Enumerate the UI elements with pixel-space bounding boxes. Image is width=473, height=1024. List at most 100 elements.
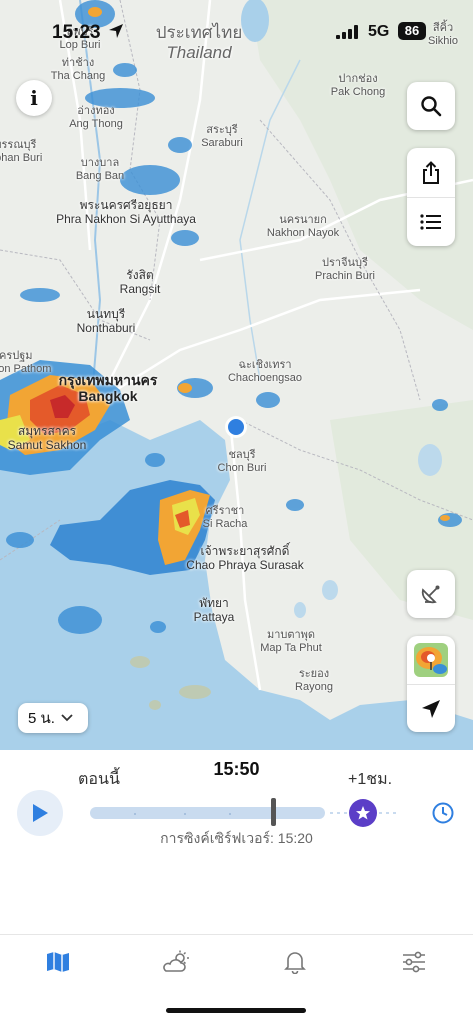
place-label: พัทยา Pattaya <box>193 596 235 625</box>
place-th: พระนครศรีอยุธยา <box>79 198 173 212</box>
list-button[interactable] <box>407 197 455 246</box>
chevron-down-icon <box>61 714 73 722</box>
place-th: นครนายก <box>279 214 327 226</box>
tab-notifications[interactable] <box>275 947 315 977</box>
search-button[interactable] <box>407 82 455 130</box>
weather-icon <box>163 950 189 972</box>
place-label: ท่าช้าง Tha Chang <box>51 57 105 82</box>
search-icon <box>421 96 442 117</box>
info-button[interactable]: i <box>16 80 52 116</box>
timeline-panel: ตอนนี้ 15:50 +1ชม. การซิงค์เซิร์ฟเวอร์: … <box>0 750 473 934</box>
place-th: อ่างทอง <box>77 105 115 117</box>
place-en: Prachin Buri <box>315 269 375 282</box>
status-bar: 15:23 5G 86 <box>0 18 473 46</box>
history-button[interactable] <box>430 800 456 826</box>
place-th: สุพรรณบุรี <box>0 139 37 151</box>
place-th: พัทยา <box>199 596 229 610</box>
place-th: ปราจีนบุรี <box>322 257 368 269</box>
radar-layer-icon <box>414 643 448 677</box>
place-en: Si Racha <box>202 517 248 530</box>
server-sync-text: การซิงค์เซิร์ฟเวอร์: 15:20 <box>160 830 313 846</box>
place-en: Bangkok <box>78 388 138 405</box>
share-list-group <box>407 148 455 246</box>
place-th: บางบาล <box>80 157 120 169</box>
place-th: ศรีราชา <box>205 505 245 517</box>
duration-value: 5 น. <box>28 710 55 727</box>
place-en: Rangsit <box>119 281 161 296</box>
duration-dropdown[interactable]: 5 น. <box>18 703 88 733</box>
place-label: กรุงเทพมหานคร Bangkok <box>59 372 158 404</box>
place-th: นครปฐม <box>0 350 33 362</box>
place-th: สมุทรสาคร <box>17 424 77 438</box>
place-en: Chao Phraya Surasak <box>186 557 304 572</box>
timeline-track[interactable] <box>90 807 325 819</box>
radar-map[interactable]: ประเทศไทย Thailand สีคิ้ว Sikhio ลพบุรี L… <box>0 0 473 750</box>
clock-icon <box>432 802 454 824</box>
place-en: Nakhon Nayok <box>266 226 340 239</box>
tab-map[interactable] <box>38 947 78 977</box>
share-icon <box>423 160 439 184</box>
place-label: สระบุรี Saraburi <box>201 124 243 149</box>
place-label: ฉะเชิงเทรา Chachoengsao <box>228 359 302 384</box>
place-label: บางบาล Bang Ban <box>76 157 124 182</box>
premium-star-button[interactable] <box>349 799 377 827</box>
place-en: Ang Thong <box>69 117 123 130</box>
layer-locate-group <box>407 636 455 732</box>
place-th: รังสิต <box>126 268 154 282</box>
share-button[interactable] <box>407 148 455 197</box>
place-en: Suphan Buri <box>0 151 43 164</box>
place-label: นครนายก Nakhon Nayok <box>267 214 339 239</box>
place-th: สระบุรี <box>206 124 238 136</box>
satellite-dish-icon <box>421 585 440 604</box>
place-th: เจ้าพระยาสุรศักดิ์ <box>200 544 290 558</box>
place-en: Nakhon Pathom <box>0 362 52 375</box>
place-label: ศรีราชา Si Racha <box>203 505 248 530</box>
signal-icon <box>336 25 358 39</box>
place-en: Nonthaburi <box>76 320 136 335</box>
network-type: 5G <box>368 23 390 40</box>
place-th: กรุงเทพมหานคร <box>58 372 158 388</box>
battery-indicator: 86 <box>398 22 426 40</box>
place-th: มาบตาพุด <box>266 629 316 641</box>
navigation-arrow-icon <box>422 699 440 718</box>
place-th: ปากช่อง <box>338 73 378 85</box>
place-label: สุพรรณบุรีSuphan Buri <box>0 139 42 164</box>
place-en: Samut Sakhon <box>7 437 87 452</box>
place-en: Chachoengsao <box>227 371 303 384</box>
place-th: ระยอง <box>298 668 330 680</box>
place-label: รังสิต Rangsit <box>119 268 161 297</box>
place-label: นครปฐมNakhon Pathom <box>0 350 51 375</box>
place-label: ชลบุรี Chon Buri <box>218 449 267 474</box>
star-icon <box>356 806 370 820</box>
timeline-current-time: 15:50 <box>213 759 260 779</box>
place-en: Pattaya <box>193 609 235 624</box>
place-en: Map Ta Phut <box>260 641 322 654</box>
place-label: ปากช่อง Pak Chong <box>331 73 385 98</box>
settings-sliders-icon <box>403 951 425 973</box>
place-en: Chon Buri <box>217 461 267 474</box>
timeline-ticks <box>134 813 276 815</box>
place-label: ระยอง Rayong <box>295 668 333 693</box>
timeline-plus-hour-label: +1ชม. <box>348 771 393 788</box>
place-label: นนทบุรี Nonthaburi <box>76 307 136 336</box>
place-th: ชลบุรี <box>228 449 256 461</box>
place-en: Rayong <box>295 680 333 693</box>
place-th: ท่าช้าง <box>61 57 95 69</box>
place-en: Bang Ban <box>75 169 125 182</box>
timeline-scrubber[interactable] <box>271 798 276 826</box>
map-icon <box>47 952 69 972</box>
place-th: ฉะเชิงเทรา <box>238 359 292 371</box>
place-label: มาบตาพุด Map Ta Phut <box>260 629 322 654</box>
radar-layer-button[interactable] <box>407 636 455 684</box>
place-label: เจ้าพระยาสุรศักดิ์ Chao Phraya Surasak <box>186 544 304 573</box>
tab-forecast[interactable] <box>157 947 197 977</box>
satellite-button[interactable] <box>407 570 455 618</box>
tab-settings[interactable] <box>394 947 434 977</box>
place-label: สมุทรสาคร Samut Sakhon <box>7 424 87 453</box>
place-en: Phra Nakhon Si Ayutthaya <box>56 211 196 226</box>
place-th: นนทบุรี <box>86 307 126 321</box>
status-time: 15:23 <box>52 22 101 43</box>
home-indicator <box>166 1008 306 1013</box>
locate-me-button[interactable] <box>407 684 455 732</box>
place-en: Saraburi <box>201 136 243 149</box>
